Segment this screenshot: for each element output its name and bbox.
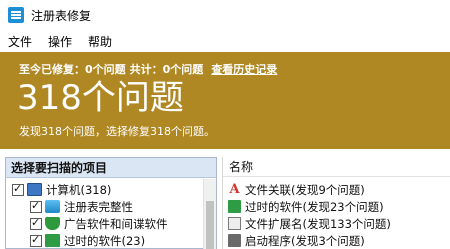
menu-bar: 文件 操作 帮助 [0,30,450,52]
tree-item-label: 广告软件和间谍软件 [64,216,168,231]
file-association-icon: A [229,182,240,197]
results-column-header[interactable]: 名称 [223,157,450,177]
tree-item-label: 过时的软件(23) [64,233,146,248]
result-row-label: 文件扩展名(发现133个问题) [245,216,391,231]
result-row-file-association[interactable]: A 文件关联(发现9个问题) [228,181,365,198]
status-banner: 至今已修复：0个问题 共计：0个问题 查看历史记录 318个问题 发现318个问题，… [0,52,450,149]
result-row-obsolete-software[interactable]: 过时的软件(发现23个问题) [228,198,384,215]
scan-items-header: 选择要扫描的项目 [6,158,216,178]
result-row-label: 启动程序(发现3个问题) [245,233,365,248]
summary-line: 至今已修复：0个问题 共计：0个问题 查看历史记录 [19,61,277,77]
result-row-label: 过时的软件(发现23个问题) [245,199,384,214]
obsolete-software-checkbox[interactable] [30,233,42,247]
result-row-startup[interactable]: 启动程序(发现3个问题) [228,232,365,249]
view-history-link[interactable]: 查看历史记录 [211,63,277,76]
shield-icon [45,217,60,230]
obsolete-software-icon [228,200,241,213]
tree-item-label: 计算机(318) [46,182,112,197]
menu-file[interactable]: 文件 [0,33,40,50]
issues-summary-text: 发现318个问题，选择修复318个问题。 [19,125,215,138]
result-row-file-extension[interactable]: 文件扩展名(发现133个问题) [228,215,391,232]
registry-icon [45,200,60,213]
registry-integrity-checkbox[interactable] [30,199,42,213]
results-panel: 名称 A 文件关联(发现9个问题) 过时的软件(发现23个问题) 文件扩展名(发… [222,157,450,249]
fixed-count-text: 至今已修复：0个问题 [19,63,126,76]
file-extension-icon [228,217,241,230]
tree-item-adware-spyware[interactable]: 广告软件和间谍软件 [30,215,168,232]
registry-app-icon [8,7,24,23]
tree-item-registry-integrity[interactable]: 注册表完整性 [30,198,133,215]
window-title: 注册表修复 [31,8,92,23]
computer-checkbox[interactable] [12,182,24,196]
startup-icon [228,234,241,247]
tree-item-label: 注册表完整性 [64,199,133,214]
main-area: 选择要扫描的项目 计算机(318) 注册表完整性 广告软件和间谍软件 过时的软件… [0,149,450,249]
scan-items-scrollbar[interactable] [203,179,216,249]
scrollbar-thumb[interactable] [206,201,214,249]
menu-help[interactable]: 帮助 [80,33,120,50]
computer-icon [27,183,42,196]
result-row-label: 文件关联(发现9个问题) [245,182,365,197]
title-bar: 注册表修复 [0,0,450,30]
tree-item-computer[interactable]: 计算机(318) [12,181,111,198]
scan-items-panel: 选择要扫描的项目 计算机(318) 注册表完整性 广告软件和间谍软件 过时的软件… [5,157,217,249]
tree-item-obsolete-software[interactable]: 过时的软件(23) [30,232,145,249]
total-count-text: 共计：0个问题 [129,63,204,76]
adware-spyware-checkbox[interactable] [30,216,42,230]
issues-count-heading: 318个问题 [17,78,184,118]
menu-action[interactable]: 操作 [40,33,80,50]
trash-icon [45,234,60,247]
